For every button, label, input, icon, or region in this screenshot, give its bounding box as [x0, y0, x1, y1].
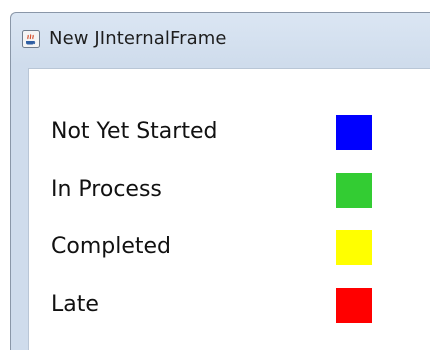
legend-swatch-blue: [336, 115, 372, 150]
window-title: New JInternalFrame: [49, 28, 227, 49]
legend-label: Late: [51, 292, 99, 317]
legend-swatch-red: [336, 288, 372, 323]
legend-item-not-yet-started: Not Yet Started: [29, 112, 430, 152]
legend-item-late: Late: [29, 285, 430, 325]
legend-label: In Process: [51, 177, 162, 202]
legend-label: Not Yet Started: [51, 119, 218, 144]
java-coffee-cup-icon: [22, 30, 40, 48]
legend-swatch-green: [336, 173, 372, 208]
legend-panel: Not Yet Started In Process Completed Lat…: [28, 68, 430, 350]
legend-swatch-yellow: [336, 230, 372, 265]
title-bar[interactable]: New JInternalFrame: [11, 13, 430, 65]
internal-frame[interactable]: New JInternalFrame Not Yet Started In Pr…: [10, 12, 430, 350]
legend-label: Completed: [51, 234, 171, 259]
legend-item-in-process: In Process: [29, 170, 430, 210]
legend-item-completed: Completed: [29, 227, 430, 267]
